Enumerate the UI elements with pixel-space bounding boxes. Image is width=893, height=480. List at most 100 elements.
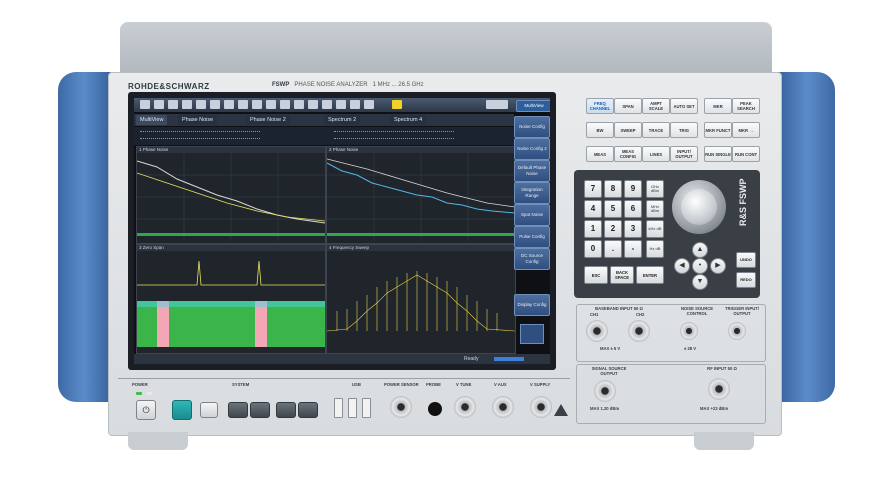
marker-icon[interactable] (252, 100, 262, 109)
key-8[interactable]: 8 (604, 180, 622, 198)
key-mkr-arrow[interactable]: MKR → (732, 122, 760, 138)
key-lines[interactable]: LINES (642, 146, 670, 162)
system-button-4[interactable] (298, 402, 318, 418)
key-undo[interactable]: UNDO (736, 252, 756, 268)
usb-port-3[interactable] (362, 398, 371, 418)
key-meas-config[interactable]: MEAS CONFIG (614, 146, 642, 162)
help-icon[interactable] (392, 100, 402, 109)
key-meas[interactable]: MEAS (586, 146, 614, 162)
plot-frequency-sweep[interactable]: 4 Frequency Sweep (326, 244, 516, 354)
key-4[interactable]: 4 (584, 200, 602, 218)
window-controls-icon[interactable] (486, 100, 508, 109)
softkey-noise-config[interactable]: Noise Config (514, 116, 550, 138)
system-button-2[interactable] (250, 402, 270, 418)
key-backspace[interactable]: BACK SPACE (610, 266, 634, 284)
key-decimal[interactable]: . (604, 240, 622, 258)
tab-spectrum-4[interactable]: Spectrum 4 (390, 115, 427, 125)
key-sweep[interactable]: SWEEP (614, 122, 642, 138)
usb-port-2[interactable] (348, 398, 357, 418)
key-freq-channel[interactable]: FREQ CHANNEL (586, 98, 614, 114)
key-5[interactable]: 5 (604, 200, 622, 218)
table-icon[interactable] (350, 100, 360, 109)
rf-input-connector[interactable] (708, 378, 730, 400)
key-6[interactable]: 6 (624, 200, 642, 218)
key-input-output[interactable]: INPUT/ OUTPUT (670, 146, 698, 162)
key-trig[interactable]: TRIG (670, 122, 698, 138)
save-icon[interactable] (154, 100, 164, 109)
redo-icon[interactable] (196, 100, 206, 109)
key-run-single[interactable]: RUN SINGLE (704, 146, 732, 162)
zoom-icon[interactable] (210, 100, 220, 109)
softkey-dc-source-config[interactable]: DC Source Config (514, 248, 550, 270)
key-span[interactable]: SPAN (614, 98, 642, 114)
key-1[interactable]: 1 (584, 220, 602, 238)
power-button[interactable]: ⏻ (136, 400, 156, 420)
sequencer-icon[interactable] (308, 100, 318, 109)
key-enter[interactable]: ENTER (636, 266, 664, 284)
keyboard-icon[interactable] (280, 100, 290, 109)
preset-button[interactable] (172, 400, 192, 420)
key-ghz-dbm[interactable]: GHz dBm (646, 180, 664, 198)
arrow-down-key[interactable]: ▼ (692, 274, 708, 290)
key-0[interactable]: 0 (584, 240, 602, 258)
system-button-3[interactable] (276, 402, 296, 418)
baseband-ch1-connector[interactable] (586, 320, 608, 342)
zoom-off-icon[interactable] (238, 100, 248, 109)
key-7[interactable]: 7 (584, 180, 602, 198)
screenshot-icon[interactable] (266, 100, 276, 109)
probe-connector[interactable] (428, 402, 442, 416)
softkey-default-phase-noise[interactable]: Default Phase Noise (514, 160, 550, 182)
usb-port-1[interactable] (334, 398, 343, 418)
plot-zero-span[interactable]: 3 Zero Span (136, 244, 326, 354)
key-esc[interactable]: ESC (584, 266, 608, 284)
softkey-display-config[interactable]: Display Config (514, 294, 550, 316)
softkey-pulse-config[interactable]: Pulse Config (514, 226, 550, 248)
rotary-knob[interactable] (681, 189, 717, 225)
signal-source-connector[interactable] (594, 380, 616, 402)
arrow-left-key[interactable]: ◀ (674, 258, 690, 274)
tab-phase-noise[interactable]: Phase Noise (178, 115, 218, 125)
tab-multiview[interactable]: MultiView (136, 115, 168, 125)
plot-phase-noise-2[interactable]: 2 Phase Noise (326, 146, 516, 244)
key-khz-db[interactable]: kHz dB (646, 220, 664, 238)
display-screen[interactable]: MultiView MultiView Phase Noise Phase No… (134, 98, 550, 364)
key-run-cont[interactable]: RUN CONT (732, 146, 760, 162)
display-icon[interactable] (294, 100, 304, 109)
key-3[interactable]: 3 (624, 220, 642, 238)
arrow-up-key[interactable]: ▲ (692, 242, 708, 258)
power-sensor-connector[interactable] (390, 396, 412, 418)
key-redo[interactable]: REDO (736, 272, 756, 288)
key-mkr-funct[interactable]: MKR FUNCT (704, 122, 732, 138)
marker-table-icon[interactable] (364, 100, 374, 109)
softkey-noise-config-2[interactable]: Noise Config 2 (514, 138, 550, 160)
open-icon[interactable] (140, 100, 150, 109)
arrow-right-key[interactable]: ▶ (710, 258, 726, 274)
key-auto-set[interactable]: AUTO SET (670, 98, 698, 114)
v-supply-connector[interactable] (530, 396, 552, 418)
softkey-integration-range[interactable]: Integration Range (514, 182, 550, 204)
key-peak-search[interactable]: PEAK SEARCH (732, 98, 760, 114)
key-minus[interactable]: - (624, 240, 642, 258)
print-icon[interactable] (168, 100, 178, 109)
trigger-connector[interactable] (728, 322, 746, 340)
key-mhz-dbm[interactable]: MHz dBm (646, 200, 664, 218)
noise-source-connector[interactable] (680, 322, 698, 340)
system-button-1[interactable] (228, 402, 248, 418)
undo-icon[interactable] (182, 100, 192, 109)
key-2[interactable]: 2 (604, 220, 622, 238)
key-9[interactable]: 9 (624, 180, 642, 198)
v-aux-connector[interactable] (492, 396, 514, 418)
softkey-spot-noise[interactable]: Spot Noise (514, 204, 550, 226)
v-tune-connector[interactable] (454, 396, 476, 418)
multiview-button[interactable]: MultiView (516, 100, 550, 112)
key-bw[interactable]: BW (586, 122, 614, 138)
layout-icon[interactable] (520, 324, 544, 344)
tab-phase-noise-2[interactable]: Phase Noise 2 (246, 115, 290, 125)
key-ampt-scale[interactable]: AMPT SCALE (642, 98, 670, 114)
baseband-ch2-connector[interactable] (628, 320, 650, 342)
tab-spectrum-2[interactable]: Spectrum 2 (324, 115, 361, 125)
key-trace[interactable]: TRACE (642, 122, 670, 138)
key-mkr[interactable]: MKR (704, 98, 732, 114)
arrow-center-key[interactable]: • (692, 258, 708, 274)
window-icon[interactable] (322, 100, 332, 109)
